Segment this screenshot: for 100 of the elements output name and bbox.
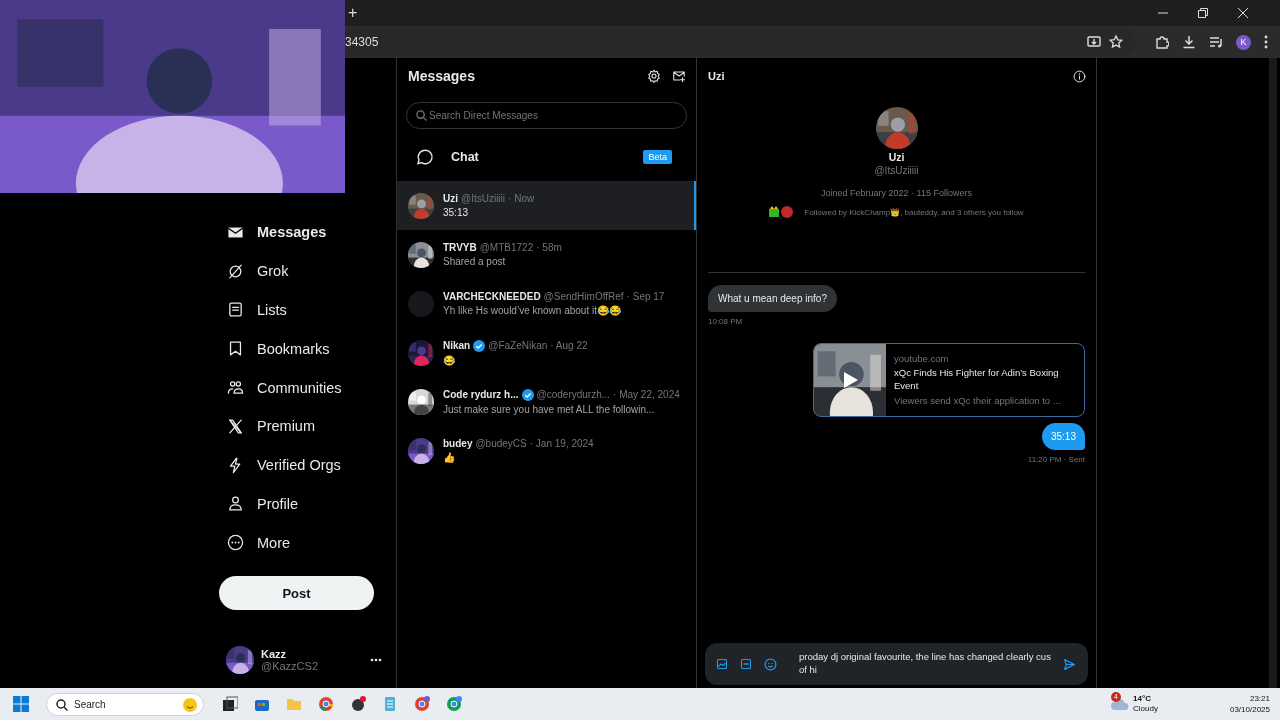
chrome-icon[interactable]	[318, 696, 334, 712]
conversation-item[interactable]: Code rydurz h... @coderydurzh... · May 22, 2024 Just make sure you have met ALL the followin...	[397, 377, 696, 426]
search-icon	[416, 110, 427, 121]
contact-handle: @SendHimOffRef	[543, 291, 624, 302]
link-domain: youtube.com	[894, 353, 950, 364]
nav-item[interactable]: Grok	[200, 251, 396, 291]
more-icon	[227, 534, 244, 552]
account-handle: @KazzCS2	[261, 660, 319, 672]
media-queue-icon[interactable]	[1209, 35, 1223, 49]
conversation-item[interactable]: budey @budeyCS · Jan 19, 2024 👍	[397, 426, 696, 475]
contact-name: Nikan	[443, 340, 471, 351]
temperature: 14°C	[1133, 694, 1152, 704]
nav-item[interactable]: Messages	[200, 213, 396, 252]
conversation-item[interactable]: Nikan @FaZeNikan · Aug 22 😂	[397, 328, 696, 377]
contact-handle: @ItsUziiiii	[461, 193, 506, 204]
extensions-icon[interactable]	[1155, 35, 1169, 49]
message-timestamp: 10:08 PM	[708, 317, 744, 326]
taskbar-search-field[interactable]: Search	[46, 692, 204, 716]
url-text: 34305	[345, 35, 379, 49]
chat-bubble-icon	[416, 148, 434, 166]
message-time: · Jan 19, 2024	[529, 438, 594, 449]
message-time: · Now	[508, 193, 535, 204]
profile-button[interactable]: K	[1236, 34, 1251, 50]
message-input[interactable]: proday dj original favourite, the line has changed clearly cus of hi	[799, 650, 1053, 678]
x-logo-icon	[227, 417, 244, 435]
contact-name: Code rydurz h...	[443, 389, 519, 400]
chat-link[interactable]: Chat	[451, 150, 479, 164]
chrome-profile-icon[interactable]	[414, 696, 430, 712]
message-preview: Shared a post	[443, 256, 507, 267]
new-tab-button[interactable]: +	[348, 4, 358, 22]
address-field[interactable]: 34305	[345, 29, 1135, 55]
star-icon[interactable]	[1109, 35, 1123, 49]
message-preview: 👍	[443, 452, 456, 463]
settings-icon[interactable]	[647, 69, 661, 83]
list-icon	[227, 301, 244, 319]
search-field[interactable]: Search Direct Messages	[406, 102, 687, 129]
nav-item[interactable]: Communities	[200, 368, 396, 407]
message-time: · Sep 17	[626, 291, 665, 302]
post-button[interactable]: Post	[219, 576, 374, 611]
message-preview: Just make sure you have met ALL the followin...	[443, 403, 656, 415]
info-icon[interactable]	[1073, 69, 1086, 83]
message-time: · Aug 22	[550, 340, 588, 351]
gif-icon[interactable]	[740, 658, 752, 670]
person-icon	[227, 495, 244, 513]
install-icon[interactable]	[1087, 35, 1101, 49]
link-title: xQc Finds His Fighter for Adin’s Boxing Event	[894, 367, 1060, 393]
download-icon[interactable]	[1182, 35, 1196, 49]
message-timestamp: 11:20 PM · Sent	[1027, 455, 1085, 464]
weather-condition: Cloudy	[1133, 704, 1158, 714]
clock-date: 03/10/2025	[1229, 704, 1270, 715]
search-icon	[56, 698, 68, 711]
avatar	[408, 290, 434, 317]
nav-item[interactable]: Profile	[200, 484, 396, 524]
record-app-icon[interactable]	[350, 696, 366, 712]
message-time: · May 22, 2024	[613, 389, 680, 400]
more-icon[interactable]	[370, 658, 382, 662]
message-preview: Yh like Hs would’ve known about it😂😂	[443, 305, 622, 316]
people-icon	[227, 379, 244, 397]
contact-handle: @coderydurzh...	[536, 389, 611, 400]
contact-handle: @MTB1722	[479, 242, 534, 253]
nav-item[interactable]: Premium	[200, 407, 396, 446]
image-icon[interactable]	[716, 658, 728, 670]
profile-stats: Joined February 2022 · 115 Followers	[821, 188, 972, 198]
new-message-icon[interactable]	[672, 69, 686, 83]
nav-item[interactable]: Verified Orgs	[200, 445, 396, 485]
kebab-menu-icon[interactable]	[1264, 35, 1268, 49]
conversation-item[interactable]: VARCHECKNEEDED @SendHimOffRef · Sep 17 Yh like Hs would’ve known about it😂😂	[397, 279, 696, 328]
profile-name: Uzi	[888, 151, 905, 163]
followed-by-text: Followed by KickChamp👑, bauteddy, and 3 others you follow	[804, 207, 1024, 217]
restore-icon[interactable]	[1198, 8, 1208, 18]
contact-name: Uzi	[443, 193, 458, 204]
nav-item[interactable]: Lists	[200, 290, 396, 330]
conversation-item[interactable]: TRVYB @MTB1722 · 58m Shared a post	[397, 230, 696, 279]
link-preview-card[interactable]: youtube.com xQc Finds His Fighter for Adin’s Boxing Event Viewers send xQc their application to ...	[813, 343, 1085, 417]
close-icon[interactable]	[1238, 8, 1248, 18]
account-name: Kazz	[261, 648, 288, 660]
task-view-icon[interactable]	[222, 696, 238, 712]
message-composer[interactable]: proday dj original favourite, the line has changed clearly cus of hi	[705, 643, 1088, 685]
conversation-title: Uzi	[708, 70, 725, 82]
contact-name: TRVYB	[443, 242, 477, 253]
emoji-icon[interactable]	[764, 657, 777, 671]
windows-start-icon[interactable]	[13, 696, 29, 712]
nav-item[interactable]: Bookmarks	[200, 329, 396, 369]
contact-handle: @FaZeNikan	[488, 340, 548, 351]
conversation-item[interactable]: Uzi @ItsUziiiii · Now 35:13	[397, 181, 696, 230]
contact-name: VARCHECKNEEDED	[443, 291, 541, 302]
link-description: Viewers send xQc their application to ...	[894, 394, 1062, 406]
contact-handle: @budeyCS	[475, 438, 527, 449]
nav-item[interactable]: More	[200, 523, 396, 563]
send-icon[interactable]	[1063, 657, 1076, 671]
contact-name: budey	[443, 438, 473, 449]
chrome-profile-icon[interactable]	[446, 696, 462, 712]
message-bubble: What u mean deep info?	[708, 285, 837, 312]
scrollbar[interactable]	[1269, 58, 1277, 688]
column-title: Messages	[408, 68, 475, 84]
message-preview: 35:13	[443, 207, 470, 218]
follower-avatars-icon	[769, 206, 796, 218]
profile-handle: @ItsUziiiii	[874, 165, 919, 176]
slashed-circle-icon	[227, 262, 244, 280]
clock-time: 23:21	[1248, 693, 1270, 704]
